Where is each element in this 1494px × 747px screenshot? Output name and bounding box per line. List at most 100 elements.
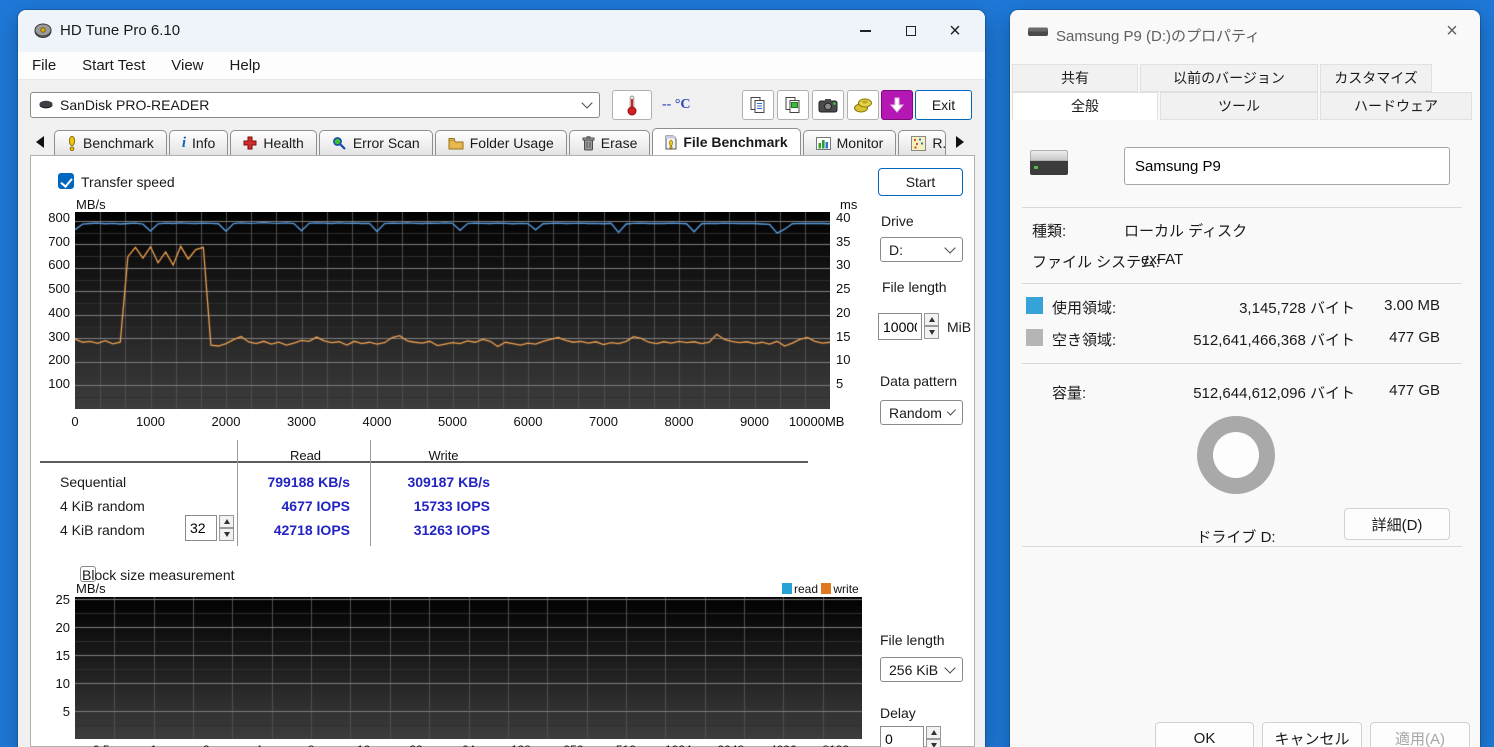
tab-customize[interactable]: カスタマイズ (1320, 64, 1432, 92)
axis-tick-label: 600 (30, 257, 70, 272)
drive-select[interactable]: D: (880, 237, 963, 262)
apply-button[interactable]: 適用(A) (1370, 722, 1470, 747)
drive-label: Drive (881, 213, 914, 229)
axis-tick-label: 2048 (717, 743, 744, 747)
tab-previous-versions[interactable]: 以前のバージョン (1140, 64, 1318, 92)
download-arrow-icon (889, 96, 905, 114)
tab-monitor[interactable]: Monitor (803, 130, 897, 155)
axis-tick-label: 64 (462, 743, 475, 747)
tab-scroll-right[interactable] (956, 136, 964, 148)
divider (1022, 363, 1462, 364)
tab-scroll-left-icon (36, 136, 44, 148)
spin-down-button[interactable] (926, 739, 941, 747)
tab-error-scan[interactable]: Error Scan (319, 130, 433, 155)
used-space-size: 3.00 MB (1370, 297, 1440, 314)
folder-icon (448, 137, 464, 150)
tab-tools[interactable]: ツール (1160, 92, 1318, 120)
file-length-spinner[interactable] (878, 313, 939, 340)
axis-tick-label: 10000MB (789, 414, 845, 429)
capacity-size: 477 GB (1370, 382, 1440, 399)
exit-button[interactable]: Exit (915, 90, 972, 120)
tab-share[interactable]: 共有 (1012, 64, 1138, 92)
update-button[interactable] (881, 90, 913, 120)
free-space-swatch (1026, 329, 1043, 346)
queue-depth-spinner[interactable] (185, 515, 234, 541)
minimize-button[interactable] (845, 18, 885, 44)
menu-view[interactable]: View (171, 57, 203, 74)
axis-tick-label: 5 (30, 704, 70, 719)
transfer-speed-checkbox[interactable] (58, 173, 74, 189)
result-row-label: Sequential (60, 474, 126, 490)
menu-file[interactable]: File (32, 57, 56, 74)
copy-image-icon (784, 96, 802, 114)
tab-label: Folder Usage (470, 135, 554, 151)
data-pattern-value: Random (889, 405, 942, 421)
capacity-bytes: 512,644,612,096 バイト (1155, 382, 1355, 403)
tab-label: Erase (601, 135, 638, 151)
axis-tick-label: 1 (150, 743, 157, 747)
tab-benchmark[interactable]: Benchmark (54, 130, 167, 155)
cancel-button[interactable]: キャンセル (1262, 722, 1362, 747)
copy-text-button[interactable] (742, 90, 774, 120)
axis-tick-label: 40 (836, 210, 868, 225)
tab-file-benchmark[interactable]: File Benchmark (652, 128, 800, 155)
type-value: ローカル ディスク (1124, 220, 1247, 241)
chevron-down-icon (947, 406, 956, 415)
file-length2-select[interactable]: 256 KiB (880, 657, 963, 682)
drive-name-input[interactable] (1124, 147, 1450, 185)
axis-tick-label: 32 (409, 743, 422, 747)
chevron-down-icon (944, 662, 955, 673)
copy-text-icon (749, 96, 767, 114)
queue-depth-input[interactable] (185, 515, 217, 541)
tab-general[interactable]: 全般 (1012, 92, 1158, 120)
temperature-button[interactable] (612, 90, 652, 120)
start-button[interactable]: Start (878, 168, 963, 196)
tab-info[interactable]: i Info (169, 130, 229, 155)
tab-label: 以前のバージョン (1173, 68, 1285, 88)
tab-label: Info (192, 135, 215, 151)
write-legend-swatch (821, 583, 831, 594)
save-button[interactable] (847, 90, 879, 120)
axis-tick-label: 10 (30, 676, 70, 691)
tab-hardware[interactable]: ハードウェア (1320, 92, 1472, 120)
axis-tick-label: 4 (255, 743, 262, 747)
copy-image-button[interactable] (777, 90, 809, 120)
axis-tick-label: 128 (511, 743, 531, 747)
screenshot-button[interactable] (812, 90, 844, 120)
tab-label: ツール (1218, 96, 1260, 116)
ok-button[interactable]: OK (1155, 722, 1254, 747)
spin-up-button[interactable] (924, 313, 939, 326)
tab-label: 全般 (1071, 96, 1099, 116)
axis-tick-label: 10 (836, 352, 868, 367)
maximize-button[interactable] (891, 18, 931, 44)
result-read-value: 799188 KB/s (230, 474, 350, 490)
data-pattern-select[interactable]: Random (880, 400, 963, 425)
tab-health[interactable]: Health (230, 130, 316, 155)
delay-input[interactable] (880, 726, 924, 747)
info-icon: i (182, 135, 186, 152)
axis-tick-label: 15 (30, 648, 70, 663)
menu-start-test[interactable]: Start Test (82, 57, 145, 74)
menu-help[interactable]: Help (230, 57, 261, 74)
dialog-close-button[interactable]: × (1432, 18, 1472, 44)
axis-tick-label: 5 (836, 376, 868, 391)
free-space-size: 477 GB (1370, 329, 1440, 346)
tab-label: カスタマイズ (1334, 68, 1418, 88)
tab-erase[interactable]: Erase (569, 130, 651, 155)
device-select[interactable]: SanDisk PRO-READER (30, 92, 600, 118)
tab-folder-usage[interactable]: Folder Usage (435, 130, 567, 155)
tab-label: R.. (932, 135, 946, 151)
details-button[interactable]: 詳細(D) (1344, 508, 1450, 540)
tab-random-access[interactable]: R.. (898, 130, 946, 155)
delay-spinner[interactable] (880, 726, 941, 747)
axis-tick-label: 25 (30, 592, 70, 607)
tab-label: ハードウェア (1354, 96, 1438, 116)
spin-down-button[interactable] (924, 326, 939, 339)
spin-up-button[interactable] (926, 726, 941, 739)
axis-tick-label: 0 (71, 414, 78, 429)
file-length-input[interactable] (878, 313, 922, 340)
close-button[interactable]: × (935, 18, 975, 44)
tab-scroll-left[interactable] (36, 136, 44, 148)
used-space-swatch (1026, 297, 1043, 314)
tab-scroll-right-icon (956, 136, 964, 148)
